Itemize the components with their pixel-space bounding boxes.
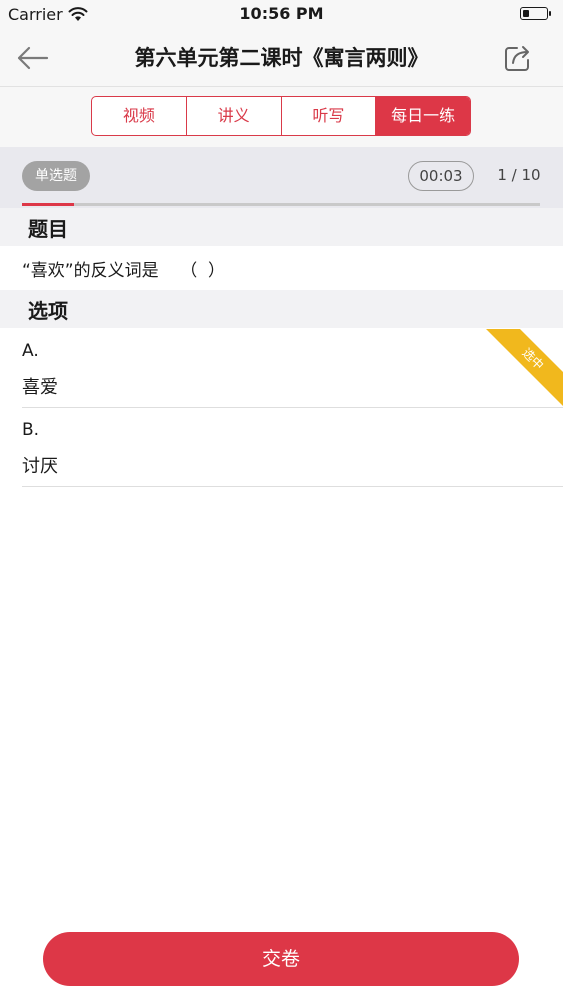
status-bar: Carrier 10:56 PM bbox=[0, 0, 563, 30]
selected-ribbon: 选中 bbox=[482, 329, 563, 407]
option-letter: A. bbox=[22, 341, 39, 361]
question-header: 单选题 00:03 1 / 10 bbox=[0, 147, 563, 208]
nav-bar: 第六单元第二课时《寓言两则》 bbox=[0, 30, 563, 87]
battery-icon bbox=[520, 7, 551, 20]
option-text: 讨厌 bbox=[22, 456, 58, 477]
question-section-header: 题目 bbox=[0, 208, 563, 246]
question-progress: 1 / 10 bbox=[497, 166, 541, 184]
back-button[interactable] bbox=[14, 40, 54, 76]
progress-bar bbox=[22, 203, 540, 206]
progress-fill bbox=[22, 203, 74, 206]
page-title: 第六单元第二课时《寓言两则》 bbox=[134, 46, 429, 70]
option-b[interactable]: B. 讨厌 bbox=[22, 408, 563, 487]
option-text: 喜爱 bbox=[22, 377, 58, 398]
status-time: 10:56 PM bbox=[239, 4, 324, 23]
timer-badge: 00:03 bbox=[408, 161, 474, 191]
question-section-title: 题目 bbox=[28, 217, 68, 241]
question-text: “喜欢”的反义词是 （ ） bbox=[22, 261, 226, 281]
question-type-badge: 单选题 bbox=[22, 161, 90, 191]
tab-dictation[interactable]: 听写 bbox=[282, 97, 377, 135]
options-section-header: 选项 bbox=[0, 290, 563, 328]
tab-video[interactable]: 视频 bbox=[92, 97, 187, 135]
option-a[interactable]: A. 喜爱 选中 bbox=[22, 329, 563, 408]
arrow-left-icon bbox=[14, 46, 50, 80]
tabs-area: 视频 讲义 听写 每日一练 bbox=[0, 87, 563, 147]
tab-daily-practice[interactable]: 每日一练 bbox=[376, 97, 470, 135]
share-button[interactable] bbox=[500, 40, 540, 76]
options-section-title: 选项 bbox=[28, 299, 68, 323]
share-icon bbox=[500, 46, 536, 80]
option-letter: B. bbox=[22, 420, 40, 440]
submit-button[interactable]: 交卷 bbox=[43, 932, 519, 986]
segmented-tabs: 视频 讲义 听写 每日一练 bbox=[91, 96, 471, 136]
tab-handout[interactable]: 讲义 bbox=[187, 97, 282, 135]
